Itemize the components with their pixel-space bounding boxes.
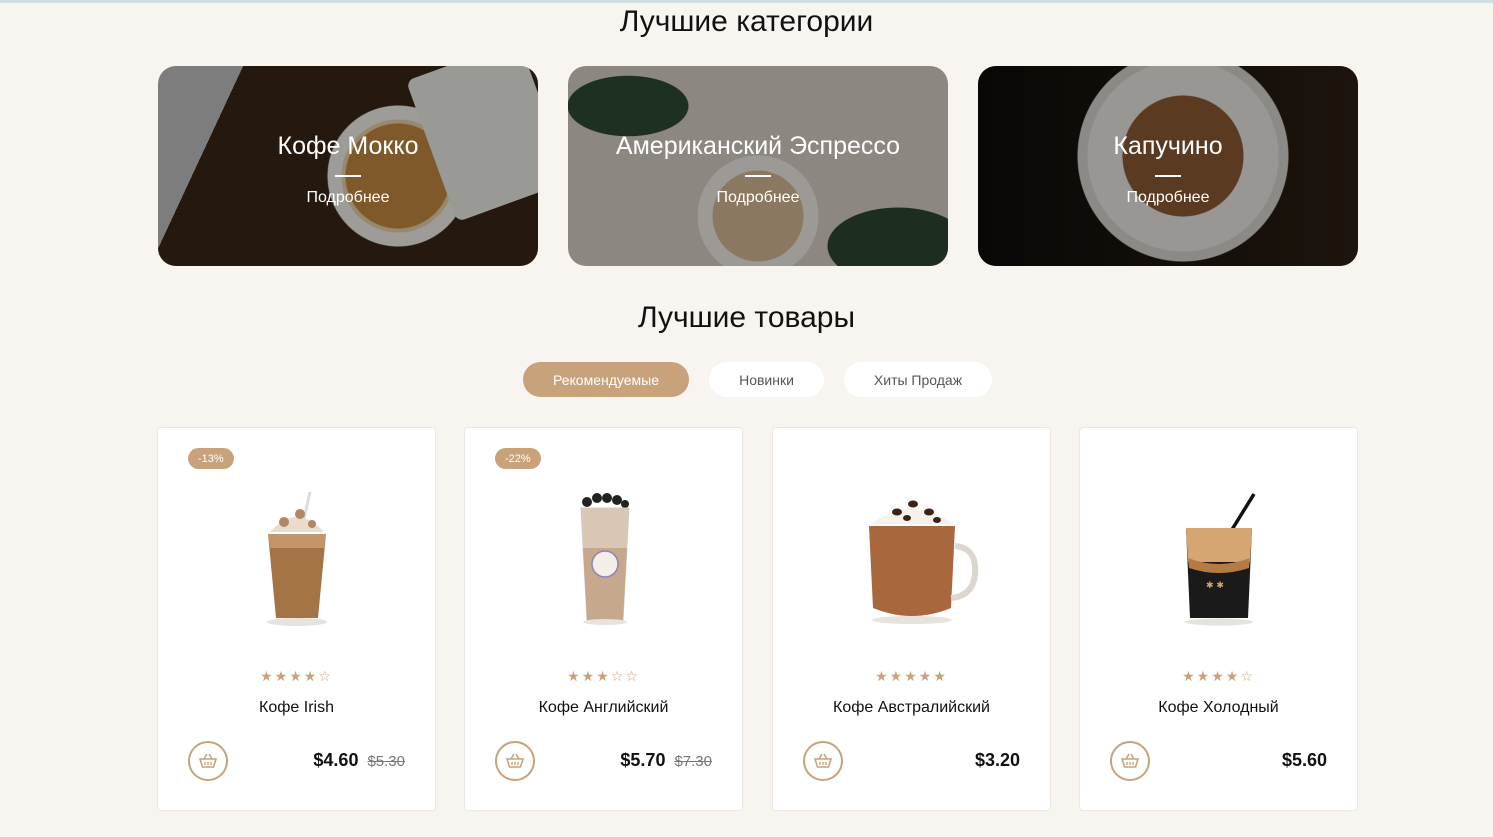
divider [335, 174, 361, 177]
products-title: Лучшие товары [637, 301, 856, 334]
product-image-mug [868, 500, 978, 624]
product-name[interactable]: Кофе Irish [158, 699, 435, 717]
basket-icon [1121, 753, 1139, 768]
add-to-cart-button[interactable] [495, 741, 535, 781]
discount-badge: -13% [188, 448, 234, 469]
category-card-cappuccino[interactable]: Капучино Подробнее [978, 66, 1358, 266]
product-name[interactable]: Кофе Австралийский [773, 699, 1050, 717]
basket-icon [506, 753, 524, 768]
product-card[interactable]: -13% ★★★★☆ Кофе Irish $4.60 $5.30 [157, 427, 436, 811]
product-name[interactable]: Кофе Холодный [1080, 699, 1357, 717]
product-card[interactable]: -22% ★★★☆☆ Кофе Английский $5.70 $7.30 [464, 427, 743, 811]
add-to-cart-button[interactable] [803, 741, 843, 781]
tab-recommended[interactable]: Рекомендуемые [523, 362, 689, 397]
product-image-iced-coffee: ✱ ✱ [1184, 493, 1255, 626]
product-name[interactable]: Кофе Английский [465, 699, 742, 717]
category-name: Капучино [1113, 131, 1223, 160]
product-old-price: $7.30 [674, 753, 712, 770]
product-image-frappe [266, 491, 327, 626]
discount-badge: -22% [495, 448, 541, 469]
category-card-americano[interactable]: Американский Эспрессо Подробнее [568, 66, 948, 266]
top-border [0, 0, 1493, 3]
product-price: $3.20 [974, 750, 1020, 770]
product-card[interactable]: ★★★★★ Кофе Австралийский $3.20 [772, 427, 1051, 811]
category-name: Американский Эспрессо [615, 131, 901, 160]
rating-stars: ★★★★☆ [260, 668, 333, 684]
categories-title: Лучшие категории [619, 5, 874, 38]
product-price: $4.60 [313, 750, 359, 770]
basket-icon [814, 753, 832, 768]
basket-icon [199, 753, 217, 768]
rating-stars: ★★★☆☆ [567, 668, 640, 684]
product-old-price: $5.30 [367, 753, 405, 770]
category-more-link[interactable]: Подробнее [1127, 189, 1210, 207]
product-price: $5.70 [620, 750, 666, 770]
product-image-bubble-tea [579, 493, 630, 625]
category-more-link[interactable]: Подробнее [307, 189, 390, 207]
category-card-mocha[interactable]: Кофе Мокко Подробнее [158, 66, 538, 266]
tab-bestsellers[interactable]: Хиты Продаж [844, 362, 992, 397]
add-to-cart-button[interactable] [188, 741, 228, 781]
category-name: Кофе Мокко [277, 131, 419, 160]
divider [1155, 174, 1181, 177]
product-price: $5.60 [1281, 750, 1327, 770]
svg-text:✱ ✱: ✱ ✱ [1206, 581, 1224, 591]
tab-new[interactable]: Новинки [709, 362, 824, 397]
product-card[interactable]: ✱ ✱ ★★★★☆ Кофе Холодный $5.60 [1079, 427, 1358, 811]
rating-stars: ★★★★★ [875, 668, 948, 684]
divider [745, 174, 771, 177]
add-to-cart-button[interactable] [1110, 741, 1150, 781]
category-more-link[interactable]: Подробнее [717, 189, 800, 207]
rating-stars: ★★★★☆ [1182, 668, 1255, 684]
